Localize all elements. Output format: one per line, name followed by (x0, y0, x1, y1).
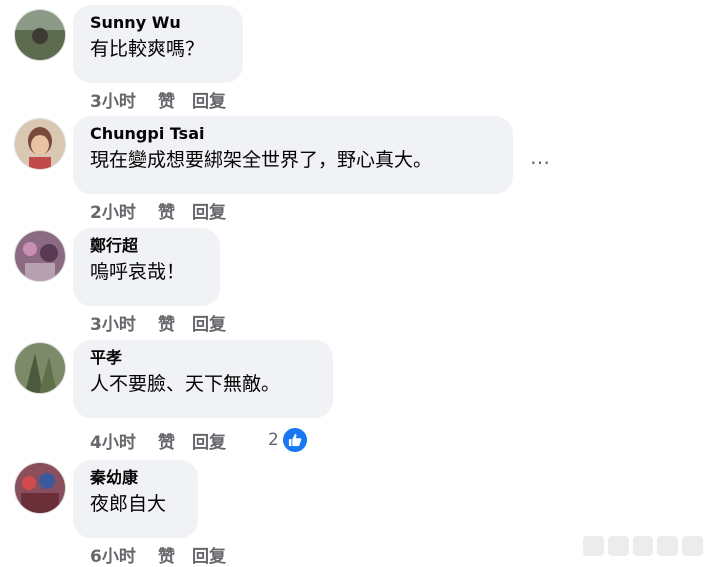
author-name[interactable]: 鄭行超 (90, 236, 203, 256)
like-button[interactable]: 赞 (158, 87, 192, 112)
like-button[interactable]: 赞 (158, 310, 192, 335)
comment-text: 人不要臉、天下無敵。 (90, 373, 281, 395)
reply-button[interactable]: 回复 (192, 428, 226, 453)
comment-actions: 3小时 赞 回复 (90, 310, 226, 335)
reaction-summary[interactable]: 2 (268, 426, 309, 454)
more-options-icon[interactable]: … (530, 147, 551, 167)
comment-actions: 6小时 赞 回复 (90, 542, 226, 567)
author-name[interactable]: Chungpi Tsai (90, 124, 496, 144)
timestamp[interactable]: 2小时 (90, 198, 158, 223)
reply-button[interactable]: 回复 (192, 542, 226, 567)
comment-actions: 3小时 赞 回复 (90, 87, 226, 112)
comment-bubble: 秦幼康 夜郎自大 (73, 460, 198, 538)
comment-text: 現在變成想要綁架全世界了，野心真大。 (90, 149, 433, 171)
timestamp[interactable]: 4小时 (90, 428, 158, 453)
like-button[interactable]: 赞 (158, 428, 192, 453)
comment-bubble: 鄭行超 嗚呼哀哉！ (73, 228, 220, 306)
reply-button[interactable]: 回复 (192, 310, 226, 335)
author-name[interactable]: 平孝 (90, 348, 316, 368)
avatar-zheng-xingchao[interactable] (14, 230, 66, 282)
reply-button[interactable]: 回复 (192, 198, 226, 223)
avatar-qin-youkang[interactable] (14, 462, 66, 514)
avatar-ping-xiao[interactable] (14, 342, 66, 394)
like-button[interactable]: 赞 (158, 542, 192, 567)
timestamp[interactable]: 3小时 (90, 310, 158, 335)
watermark-logo (583, 536, 703, 558)
like-button[interactable]: 赞 (158, 198, 192, 223)
comment-bubble: Sunny Wu 有比較爽嗎？ (73, 5, 243, 83)
comment-actions: 4小时 赞 回复 2 (90, 426, 309, 454)
thumbs-up-icon (280, 426, 309, 454)
timestamp[interactable]: 6小时 (90, 542, 158, 567)
comment-actions: 2小时 赞 回复 (90, 198, 226, 223)
comment-text: 嗚呼哀哉！ (90, 261, 186, 283)
reply-button[interactable]: 回复 (192, 87, 226, 112)
comment-text: 夜郎自大 (90, 493, 167, 515)
author-name[interactable]: 秦幼康 (90, 468, 181, 488)
avatar-chungpi-tsai[interactable] (14, 118, 66, 170)
comment-bubble: 平孝 人不要臉、天下無敵。 (73, 340, 333, 418)
author-name[interactable]: Sunny Wu (90, 13, 226, 33)
reaction-count: 2 (268, 430, 279, 450)
timestamp[interactable]: 3小时 (90, 87, 158, 112)
comment-bubble: Chungpi Tsai 現在變成想要綁架全世界了，野心真大。 (73, 116, 513, 194)
comment-text: 有比較爽嗎？ (90, 38, 205, 60)
avatar-sunny-wu[interactable] (14, 9, 66, 61)
